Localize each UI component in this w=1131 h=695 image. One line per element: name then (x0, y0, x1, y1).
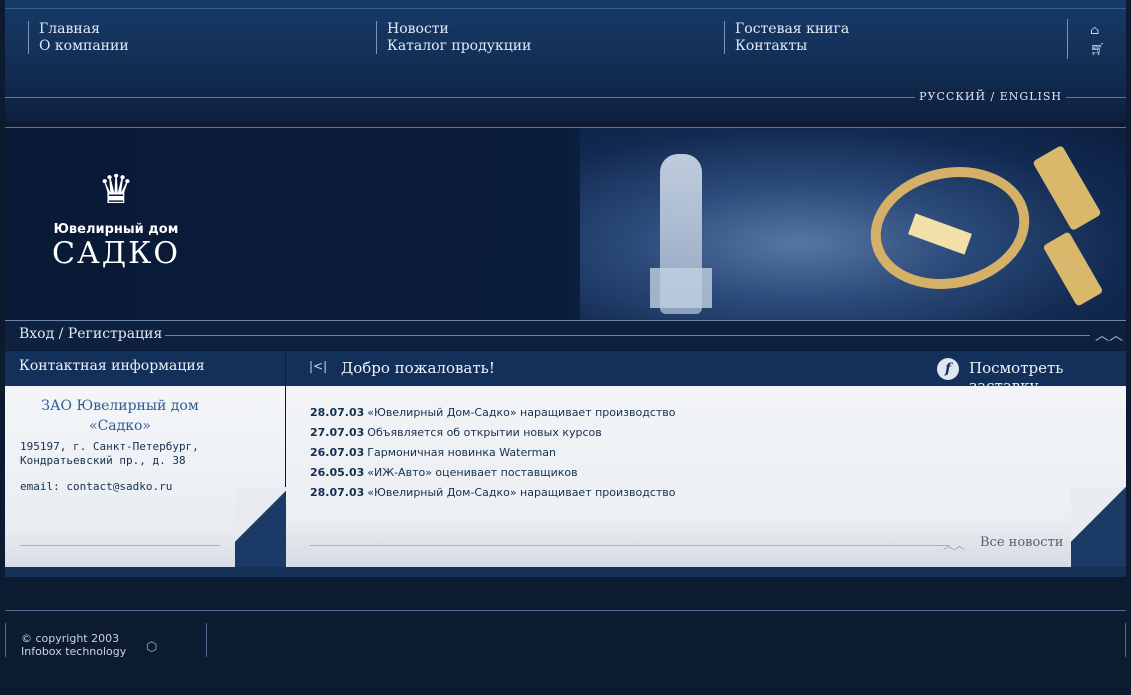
nav-link-contacts[interactable]: Контакты (735, 38, 849, 55)
footer-separator (1125, 623, 1126, 657)
news-title: Гармоничная новинка Waterman (367, 446, 557, 459)
nav-link-about[interactable]: О компании (39, 38, 129, 55)
footer-separator (206, 623, 207, 657)
news-item[interactable]: 27.07.03 Объявляется об открытии новых ку… (310, 426, 602, 439)
back-arrow-icon[interactable]: |<| (309, 359, 327, 373)
page-curl-decoration (235, 487, 290, 567)
nav-link-guestbook[interactable]: Гостевая книга (735, 21, 849, 38)
footer-divider (5, 610, 1126, 611)
flash-icon[interactable]: f (937, 358, 959, 380)
news-date: 28.07.03 (310, 406, 365, 419)
nav-column-2: Новости Каталог продукции (376, 21, 531, 54)
copyright-line-1: © copyright 2003 (21, 632, 120, 645)
news-title: Объявляется об открытии новых курсов (367, 426, 602, 439)
lang-english-link[interactable]: ENGLISH (1000, 90, 1062, 103)
top-navigation: Главная О компании Новости Каталог проду… (5, 0, 1126, 122)
page: Главная О компании Новости Каталог проду… (0, 0, 1131, 695)
logo-line-1: Ювелирный дом (53, 222, 179, 237)
chevron-up-icon: ︿︿ (943, 539, 965, 552)
earring-top-illustration (1032, 144, 1102, 232)
infobox-cube-icon[interactable]: ⬡ (146, 640, 157, 655)
contact-heading: Контактная информация (19, 358, 205, 374)
language-switcher: РУССКИЙ / ENGLISH (915, 90, 1066, 103)
copyright: © copyright 2003 Infobox technology (21, 632, 126, 658)
welcome-header: |<| Добро пожаловать! f Посмотреть заста… (286, 351, 1126, 395)
lang-russian-link[interactable]: РУССКИЙ (919, 90, 986, 103)
news-date: 27.07.03 (310, 426, 365, 439)
earring-bottom-illustration (1042, 231, 1104, 307)
news-item[interactable]: 26.07.03 Гармоничная новинка Waterman (310, 446, 556, 459)
lion-crown-icon: ♛ (98, 167, 134, 213)
news-title: «ИЖ-Авто» оценивает поставщиков (367, 466, 578, 479)
nav-link-catalog[interactable]: Каталог продукции (387, 38, 531, 55)
contact-panel: ЗАО Ювелирный дом «Садко» 195197, г. Сан… (5, 386, 290, 567)
nav-link-news[interactable]: Новости (387, 21, 531, 38)
nav-column-1: Главная О компании (28, 21, 129, 54)
email-link[interactable]: email: contact@sadko.ru (20, 480, 172, 493)
news-item[interactable]: 26.05.03 «ИЖ-Авто» оценивает поставщиков (310, 466, 578, 479)
statue-pedestal (650, 268, 712, 308)
news-item[interactable]: 28.07.03 «Ювелирный Дом-Садко» наращивает… (310, 486, 676, 499)
nav-icons: ⌂ 🛒︎ (1067, 19, 1107, 59)
logo[interactable]: ♛ Ювелирный дом САДКО (51, 164, 181, 271)
lang-separator: / (990, 90, 996, 103)
contact-divider (20, 545, 220, 546)
news-title: «Ювелирный Дом-Садко» наращивает произво… (367, 406, 676, 419)
news-date: 26.07.03 (310, 446, 365, 459)
top-divider (5, 8, 1126, 9)
panels-bottom-bar (5, 567, 1126, 577)
hero-banner: ♛ Ювелирный дом САДКО (5, 127, 1126, 320)
cart-icon[interactable]: 🛒︎ (1090, 43, 1105, 55)
news-title: «Ювелирный Дом-Садко» наращивает произво… (367, 486, 676, 499)
address: 195197, г. Санкт-Петербург, Кондратьевск… (20, 440, 199, 468)
news-panel: 28.07.03 «Ювелирный Дом-Садко» наращивает… (286, 386, 1126, 567)
banner-image (580, 128, 1126, 320)
news-date: 28.07.03 (310, 486, 365, 499)
company-line-2: «Садко» (89, 418, 151, 434)
news-date: 26.05.03 (310, 466, 365, 479)
login-divider (165, 335, 1090, 336)
address-line-1: 195197, г. Санкт-Петербург, (20, 440, 199, 453)
address-line-2: Кондратьевский пр., д. 38 (20, 454, 186, 467)
all-news-link[interactable]: Все новости (980, 535, 1063, 550)
contact-header: Контактная информация (5, 351, 285, 386)
login-strip: Вход / Регистрация ︿︿ (5, 320, 1126, 350)
logo-line-2: САДКО (52, 236, 180, 271)
company-line-1: ЗАО Ювелирный дом (41, 398, 199, 414)
copyright-line-2[interactable]: Infobox technology (21, 645, 126, 658)
login-register-link[interactable]: Вход / Регистрация (19, 326, 162, 342)
page-curl-decoration (1071, 487, 1126, 567)
home-icon[interactable]: ⌂ (1090, 24, 1099, 36)
nav-column-3: Гостевая книга Контакты (724, 21, 849, 54)
nav-link-home[interactable]: Главная (39, 21, 129, 38)
news-item[interactable]: 28.07.03 «Ювелирный Дом-Садко» наращивает… (310, 406, 676, 419)
welcome-heading: Добро пожаловать! (341, 359, 495, 377)
chevron-up-icon: ︿︿ (1095, 328, 1123, 344)
footer-separator (5, 623, 6, 657)
news-divider (310, 545, 950, 546)
company-name: ЗАО Ювелирный дом «Садко» (5, 396, 235, 436)
